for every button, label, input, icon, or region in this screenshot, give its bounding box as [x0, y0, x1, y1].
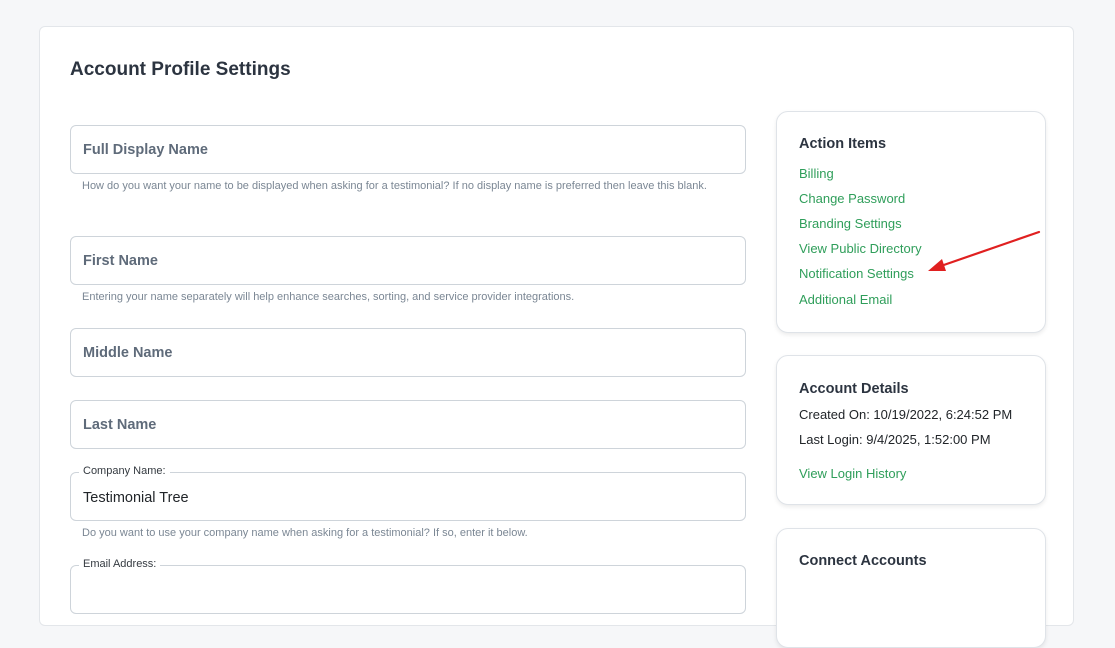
company-name-input[interactable]: Company Name: Testimonial Tree	[70, 465, 746, 521]
action-items-title: Action Items	[799, 136, 887, 152]
full-display-name-help: How do you want your name to be displaye…	[82, 180, 707, 192]
additional-email-link[interactable]: Additional Email	[799, 292, 892, 307]
profile-settings-card: Account Profile Settings Full Display Na…	[39, 26, 1074, 648]
page-title: Account Profile Settings	[70, 59, 291, 80]
action-items-panel: Action Items Billing Change Password Bra…	[776, 111, 1046, 333]
company-name-label: Company Name:	[79, 465, 170, 477]
created-on-text: Created On: 10/19/2022, 6:24:52 PM	[799, 407, 1013, 422]
account-details-panel: Account Details Created On: 10/19/2022, …	[776, 355, 1046, 505]
last-login-text: Last Login: 9/4/2025, 1:52:00 PM	[799, 432, 991, 447]
email-address-label: Email Address:	[79, 558, 161, 570]
last-name-input[interactable]: Last Name	[70, 400, 746, 449]
first-name-input[interactable]: First Name	[70, 236, 746, 285]
billing-link[interactable]: Billing	[799, 166, 834, 181]
view-login-history-link[interactable]: View Login History	[799, 466, 906, 481]
middle-name-input[interactable]: Middle Name	[70, 328, 746, 377]
company-name-value: Testimonial Tree	[83, 490, 189, 506]
middle-name-placeholder: Middle Name	[83, 344, 173, 361]
last-name-placeholder: Last Name	[83, 416, 157, 433]
full-display-name-input[interactable]: Full Display Name	[70, 125, 746, 174]
connect-accounts-title: Connect Accounts	[799, 553, 927, 569]
full-display-name-placeholder: Full Display Name	[83, 141, 208, 158]
company-name-help: Do you want to use your company name whe…	[82, 527, 528, 539]
annotation-arrow-icon	[928, 230, 1041, 271]
first-name-help: Entering your name separately will help …	[82, 291, 575, 303]
connect-accounts-panel: Connect Accounts	[776, 528, 1046, 648]
email-address-input[interactable]: Email Address:	[70, 558, 746, 614]
change-password-link[interactable]: Change Password	[799, 191, 905, 206]
account-details-title: Account Details	[799, 381, 909, 397]
first-name-placeholder: First Name	[83, 252, 158, 269]
